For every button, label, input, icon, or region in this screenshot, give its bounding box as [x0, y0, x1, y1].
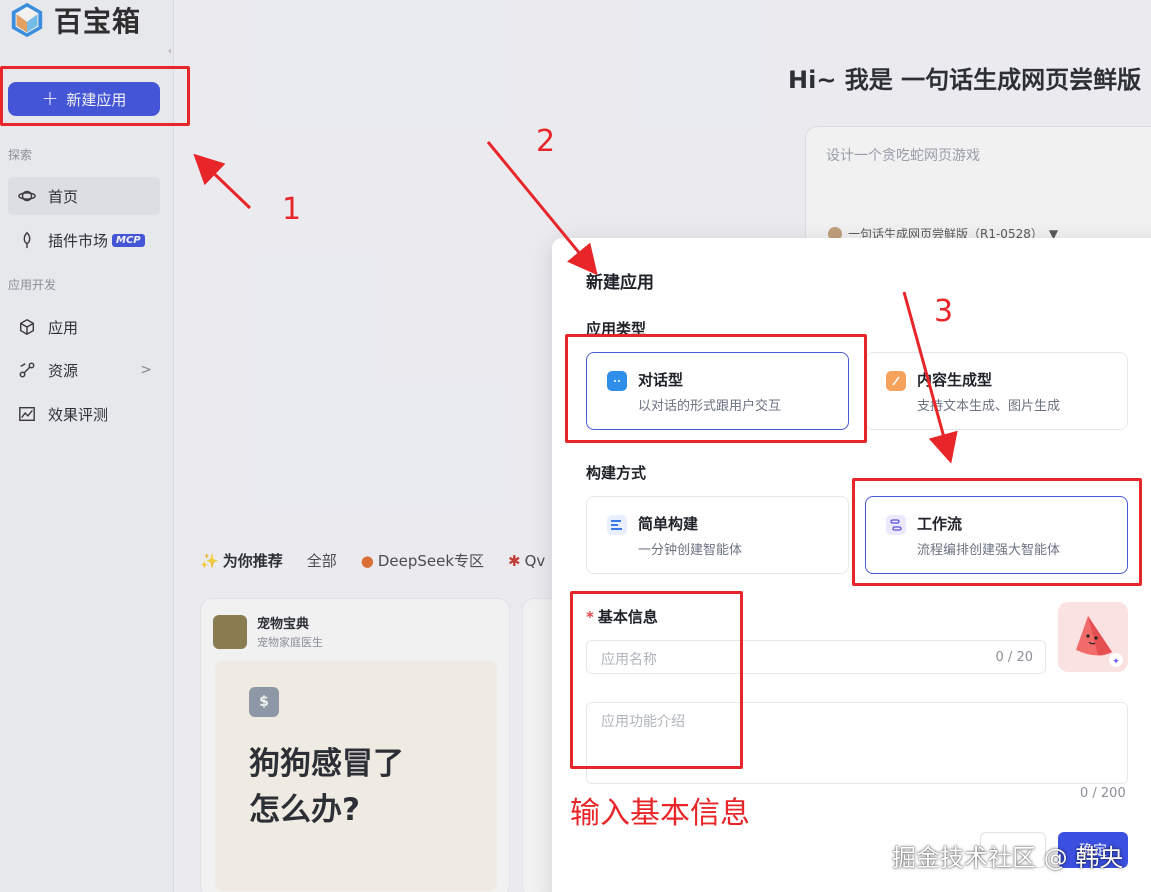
option-desc: 一分钟创建智能体 [638, 543, 743, 558]
option-title: 简单构建 [638, 515, 699, 533]
app-desc-count: 0 / 200 [1080, 786, 1126, 801]
app-name-count: 0 / 20 [995, 650, 1033, 665]
annotation-number-2: 2 [536, 124, 556, 159]
modal-title: 新建应用 [586, 273, 654, 293]
annotation-basic-info-note: 输入基本信息 [570, 796, 750, 831]
annotation-box-workflow [852, 478, 1142, 586]
avatar-mascot-icon: ✦ [1076, 616, 1123, 667]
option-desc: 支持文本生成、图片生成 [917, 399, 1061, 414]
annotation-number-1: 1 [282, 192, 302, 227]
annotation-number-3: 3 [934, 294, 954, 329]
svg-text:✦: ✦ [1112, 657, 1120, 667]
list-icon [607, 515, 627, 535]
watermark: 掘金技术社区 @ 韩央 [892, 844, 1124, 872]
annotation-box-type [565, 334, 867, 443]
option-title: 内容生成型 [917, 371, 993, 389]
type-content-option[interactable]: 内容生成型 支持文本生成、图片生成 [865, 352, 1128, 430]
app-avatar-picker[interactable]: ✦ [1058, 602, 1128, 672]
feather-icon [886, 371, 906, 391]
build-method-label: 构建方式 [586, 464, 647, 482]
build-simple-option[interactable]: 简单构建 一分钟创建智能体 [586, 496, 849, 574]
annotation-box-new-app [0, 66, 190, 126]
annotation-box-basic-info [570, 591, 743, 769]
